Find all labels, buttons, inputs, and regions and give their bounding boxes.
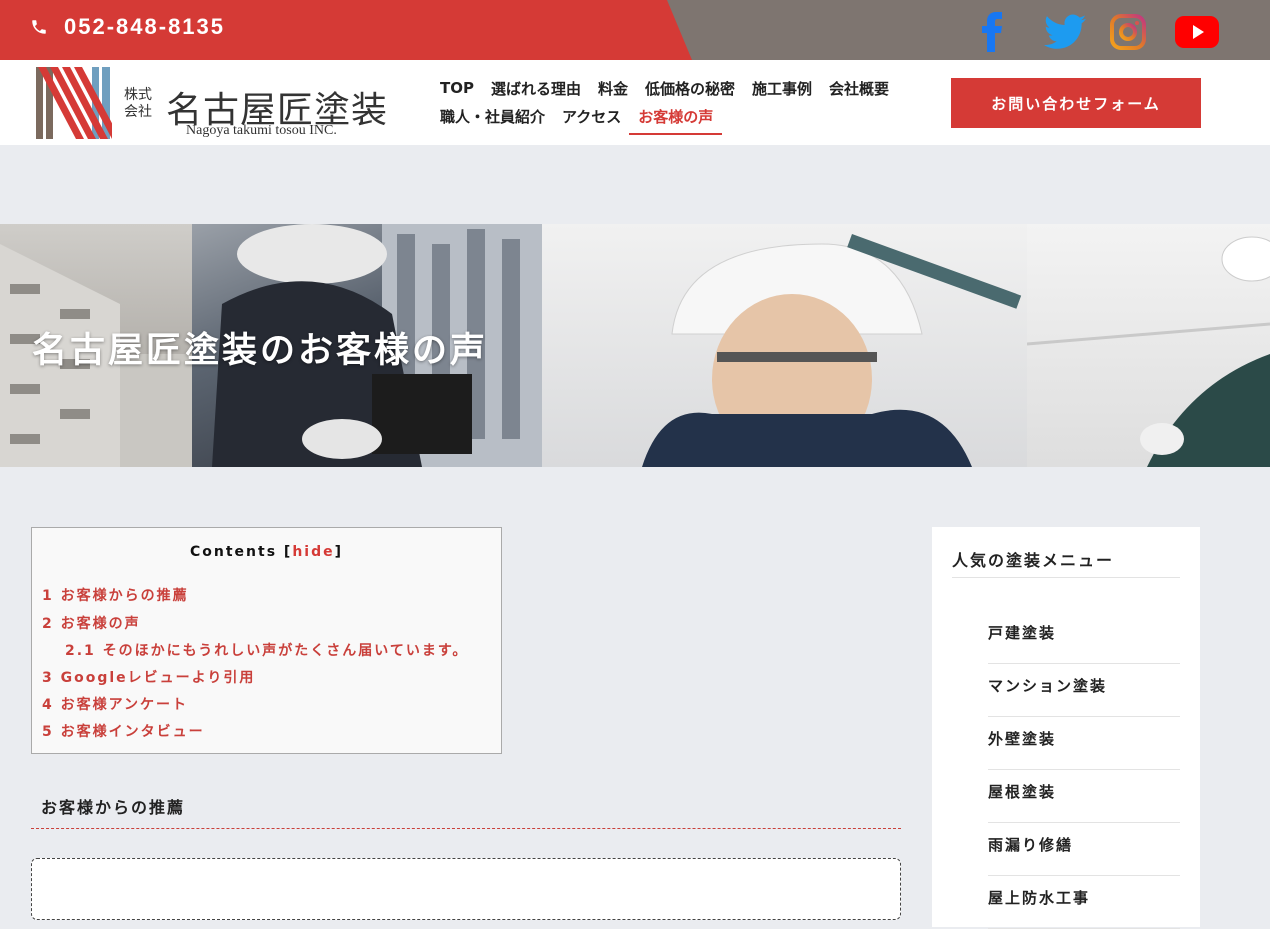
- youtube-link[interactable]: [1175, 10, 1219, 54]
- toc-bracket-close: ]: [334, 544, 344, 560]
- toc-title: Contents [hide]: [32, 544, 501, 560]
- toc-item-recommendations[interactable]: 1 お客様からの推薦: [42, 585, 189, 605]
- nav-item-reasons[interactable]: 選ばれる理由: [491, 78, 581, 99]
- sidebar-title: 人気の塗装メニュー: [952, 551, 1115, 570]
- hero-banner: 名古屋匠塗装のお客様の声: [0, 224, 1270, 467]
- nav-item-low-price-secret[interactable]: 低価格の秘密: [645, 78, 735, 99]
- hero-photo-worker-3: [1026, 224, 1270, 467]
- nav-row-1: TOP 選ばれる理由 料金 低価格の秘密 施工事例 会社概要: [440, 74, 930, 102]
- phone-number[interactable]: 052-848-8135: [30, 14, 225, 40]
- logo-english-name: Nagoya takumi tosou INC.: [186, 123, 337, 138]
- sidebar-item-mansion-painting[interactable]: マンション塗装: [988, 665, 1180, 717]
- table-of-contents: Contents [hide] 1 お客様からの推薦 2 お客様の声 2.1 そ…: [31, 527, 502, 754]
- main-nav: TOP 選ばれる理由 料金 低価格の秘密 施工事例 会社概要 職人・社員紹介 ア…: [440, 74, 930, 135]
- toc-item-other-voices[interactable]: 2.1 そのほかにもうれしい声がたくさん届いています。: [65, 640, 468, 660]
- hero-title: 名古屋匠塗装のお客様の声: [32, 331, 489, 371]
- nav-item-case-studies[interactable]: 施工事例: [752, 78, 812, 99]
- logo-small-line2: 会社: [124, 104, 152, 120]
- twitter-icon: [1044, 14, 1086, 49]
- toc-item-google-reviews[interactable]: 3 Googleレビューより引用: [42, 667, 255, 687]
- logo-small-line1: 株式: [124, 87, 152, 103]
- worker-graphic-3: [1026, 236, 1270, 467]
- nav-item-access[interactable]: アクセス: [562, 106, 621, 127]
- company-logo[interactable]: 株式 会社 名古屋匠塗装 Nagoya takumi tosou INC.: [36, 67, 416, 139]
- sidebar-item-roof-painting[interactable]: 屋根塗装: [988, 771, 1180, 823]
- sidebar-item-leak-repair[interactable]: 雨漏り修繕: [988, 824, 1180, 876]
- hero-photo-worker-2: [542, 224, 1027, 467]
- twitter-link[interactable]: [1043, 10, 1087, 54]
- phone-icon: [32, 20, 46, 34]
- facebook-icon: [982, 12, 1002, 52]
- toc-item-customer-voice[interactable]: 2 お客様の声: [42, 613, 141, 633]
- nav-row-2: 職人・社員紹介 アクセス お客様の声: [440, 102, 930, 135]
- site-header: 株式 会社 名古屋匠塗装 Nagoya takumi tosou INC. TO…: [0, 60, 1270, 145]
- top-bar: 052-848-8135: [0, 0, 1270, 60]
- youtube-icon: [1175, 16, 1219, 48]
- phone-text: 052-848-8135: [64, 14, 226, 39]
- toc-title-text: Contents: [189, 544, 278, 560]
- nav-item-testimonials[interactable]: お客様の声: [629, 106, 723, 135]
- instagram-icon: [1110, 14, 1146, 50]
- nav-item-staff[interactable]: 職人・社員紹介: [440, 106, 545, 127]
- worker-graphic-2: [642, 234, 1022, 467]
- logo-company-type: 株式 会社: [124, 87, 152, 121]
- toc-hide-toggle[interactable]: hide: [292, 544, 334, 560]
- sidebar-popular-menu: 人気の塗装メニュー 戸建塗装 マンション塗装 外壁塗装 屋根塗装 雨漏り修繕 屋…: [932, 527, 1200, 929]
- sidebar-item-rooftop-waterproofing[interactable]: 屋上防水工事: [988, 877, 1180, 929]
- nav-item-top[interactable]: TOP: [440, 79, 474, 97]
- sidebar-item-exterior-wall[interactable]: 外壁塗装: [988, 718, 1180, 770]
- facebook-link[interactable]: [971, 10, 1015, 54]
- nav-item-pricing[interactable]: 料金: [598, 78, 628, 99]
- instagram-link[interactable]: [1106, 10, 1150, 54]
- toc-item-interview[interactable]: 5 お客様インタビュー: [42, 721, 205, 741]
- section-heading: お客様からの推薦: [41, 798, 186, 817]
- toc-item-survey[interactable]: 4 お客様アンケート: [42, 694, 188, 714]
- logo-mark-icon: [36, 67, 112, 139]
- nav-item-company[interactable]: 会社概要: [829, 78, 889, 99]
- sidebar-title-divider: [952, 577, 1180, 578]
- section-divider: [31, 828, 901, 829]
- contact-form-button[interactable]: お問い合わせフォーム: [951, 78, 1201, 128]
- sidebar-item-house-painting[interactable]: 戸建塗装: [988, 612, 1180, 664]
- recommendation-box: [31, 858, 901, 920]
